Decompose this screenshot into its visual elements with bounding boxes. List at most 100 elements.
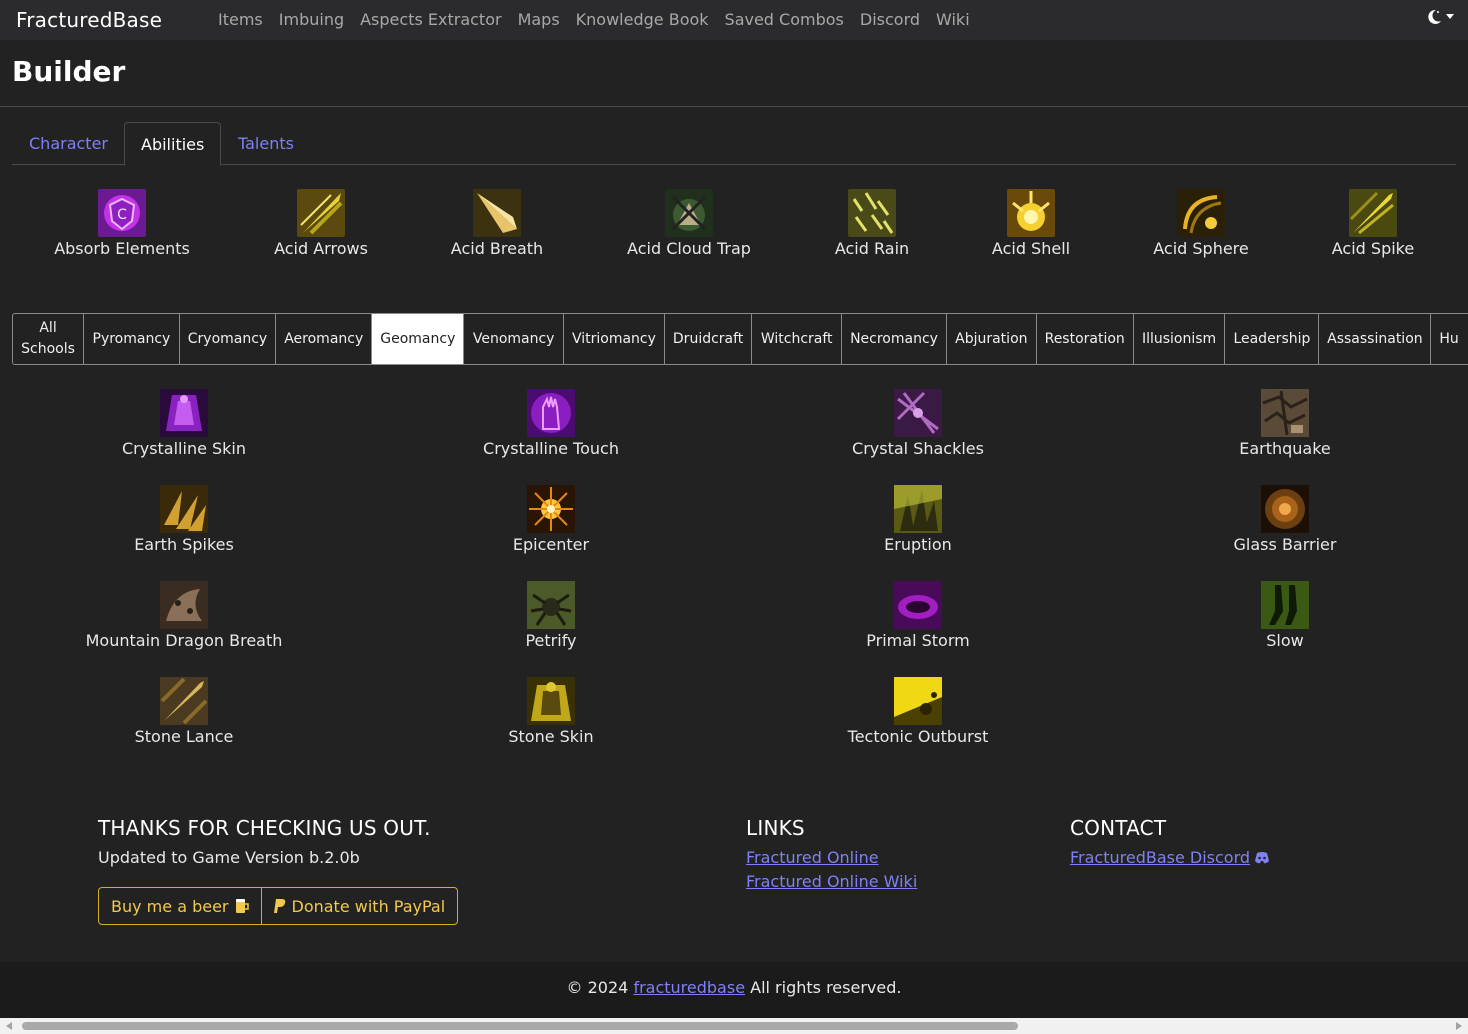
ability-label: Acid Sphere: [1153, 239, 1249, 258]
school-witchcraft[interactable]: Witchcraft: [752, 314, 843, 364]
spell-epicenter[interactable]: Epicenter: [401, 485, 701, 554]
spell-stone-skin[interactable]: Stone Skin: [401, 677, 701, 746]
school-pyromancy[interactable]: Pyromancy: [84, 314, 180, 364]
nav-link-knowledge-book[interactable]: Knowledge Book: [576, 10, 709, 29]
nav-link-maps[interactable]: Maps: [518, 10, 560, 29]
ability-label: Acid Arrows: [274, 239, 368, 258]
scroll-left-icon[interactable]: [6, 1022, 12, 1030]
spell-crystalline-touch[interactable]: Crystalline Touch: [401, 389, 701, 458]
thanks-heading: THANKS FOR CHECKING US OUT.: [98, 816, 431, 840]
copyright: © 2024 fracturedbase All rights reserved…: [0, 978, 1468, 997]
school-assassination[interactable]: Assassination: [1319, 314, 1432, 364]
scrollbar-thumb[interactable]: [22, 1022, 1018, 1030]
earthquake-icon: [1261, 389, 1309, 437]
stone-skin-icon: [527, 677, 575, 725]
spell-label: Glass Barrier: [1233, 535, 1337, 554]
ability-acid-cloud-trap[interactable]: Acid Cloud Trap: [619, 189, 759, 258]
spell-earth-spikes[interactable]: Earth Spikes: [34, 485, 334, 554]
spell-earthquake[interactable]: Earthquake: [1135, 389, 1435, 458]
spell-mountain-dragon-breath[interactable]: Mountain Dragon Breath: [34, 581, 334, 650]
ability-absorb-elements[interactable]: C Absorb Elements: [52, 189, 192, 258]
school-illusionism[interactable]: Illusionism: [1134, 314, 1226, 364]
acid-rain-icon: [848, 189, 896, 237]
nav-link-imbuing[interactable]: Imbuing: [279, 10, 344, 29]
tab-talents[interactable]: Talents: [222, 122, 310, 165]
spell-label: Earthquake: [1239, 439, 1331, 458]
paypal-icon: [273, 899, 285, 913]
spell-label: Slow: [1266, 631, 1304, 650]
paypal-label: Donate with PayPal: [291, 896, 446, 916]
ability-acid-arrows[interactable]: Acid Arrows: [261, 189, 381, 258]
tab-abilities[interactable]: Abilities: [124, 122, 222, 166]
acid-shell-icon: [1007, 189, 1055, 237]
copyright-link[interactable]: fracturedbase: [633, 978, 745, 997]
spell-crystalline-skin[interactable]: Crystalline Skin: [34, 389, 334, 458]
spell-label: Earth Spikes: [134, 535, 234, 554]
nav-link-items[interactable]: Items: [218, 10, 263, 29]
discord-icon: [1255, 851, 1270, 863]
spell-label: Crystalline Skin: [121, 439, 247, 458]
spell-petrify[interactable]: Petrify: [401, 581, 701, 650]
nav-link-wiki[interactable]: Wiki: [936, 10, 970, 29]
stone-lance-icon: [160, 677, 208, 725]
spell-label: Eruption: [884, 535, 952, 554]
glass-barrier-icon: [1261, 485, 1309, 533]
beer-icon: [235, 899, 249, 913]
school-necromancy[interactable]: Necromancy: [842, 314, 947, 364]
donate-paypal-button[interactable]: Donate with PayPal: [260, 888, 458, 924]
petrify-icon: [527, 581, 575, 629]
school-venomancy[interactable]: Venomancy: [464, 314, 564, 364]
spell-eruption[interactable]: Eruption: [768, 485, 1068, 554]
school-abjuration[interactable]: Abjuration: [947, 314, 1037, 364]
ability-acid-spike[interactable]: Acid Spike: [1313, 189, 1433, 258]
spell-label: Tectonic Outburst: [847, 727, 989, 746]
school-leadership[interactable]: Leadership: [1225, 314, 1320, 364]
horizontal-scrollbar[interactable]: [0, 1018, 1468, 1034]
link-fractured-online-wiki[interactable]: Fractured Online Wiki: [746, 872, 917, 891]
tectonic-outburst-icon: [894, 677, 942, 725]
theme-toggle-button[interactable]: [1425, 8, 1454, 26]
spell-tectonic-outburst[interactable]: Tectonic Outburst: [768, 677, 1068, 746]
ability-acid-shell[interactable]: Acid Shell: [971, 189, 1091, 258]
school-restoration[interactable]: Restoration: [1037, 314, 1134, 364]
school-vitriomancy[interactable]: Vitriomancy: [564, 314, 665, 364]
acid-cloud-trap-icon: [665, 189, 713, 237]
links-heading: LINKS: [746, 816, 805, 840]
primal-storm-icon: [894, 581, 942, 629]
spell-primal-storm[interactable]: Primal Storm: [768, 581, 1068, 650]
link-fractured-online[interactable]: Fractured Online: [746, 848, 879, 867]
nav-link-discord[interactable]: Discord: [860, 10, 920, 29]
acid-breath-icon: [473, 189, 521, 237]
discord-link-label: FracturedBase Discord: [1070, 848, 1251, 867]
chevron-down-icon: [1446, 14, 1454, 19]
spell-crystal-shackles[interactable]: Crystal Shackles: [768, 389, 1068, 458]
nav-link-saved-combos[interactable]: Saved Combos: [725, 10, 844, 29]
ability-label: Acid Cloud Trap: [627, 239, 751, 258]
brand-logo[interactable]: FracturedBase: [16, 8, 162, 32]
tab-character[interactable]: Character: [13, 122, 124, 165]
version-text: Updated to Game Version b.2.0b: [98, 848, 360, 867]
school-aeromancy[interactable]: Aeromancy: [276, 314, 373, 364]
nav-links: Items Imbuing Aspects Extractor Maps Kno…: [218, 10, 986, 29]
ability-acid-breath[interactable]: Acid Breath: [437, 189, 557, 258]
spell-label: Epicenter: [512, 535, 590, 554]
spell-label: Stone Lance: [134, 727, 234, 746]
eruption-icon: [894, 485, 942, 533]
school-druidcraft[interactable]: Druidcraft: [665, 314, 753, 364]
school-cryomancy[interactable]: Cryomancy: [180, 314, 277, 364]
nav-link-aspects-extractor[interactable]: Aspects Extractor: [360, 10, 501, 29]
school-all-schools[interactable]: All Schools: [13, 314, 85, 364]
ability-acid-rain[interactable]: Acid Rain: [812, 189, 932, 258]
spell-stone-lance[interactable]: Stone Lance: [34, 677, 334, 746]
discord-link[interactable]: FracturedBase Discord: [1070, 848, 1270, 867]
spell-slow[interactable]: Slow: [1135, 581, 1435, 650]
school-geomancy[interactable]: Geomancy: [372, 314, 465, 364]
school-hu[interactable]: Hu: [1431, 314, 1468, 364]
spell-glass-barrier[interactable]: Glass Barrier: [1135, 485, 1435, 554]
buy-beer-button[interactable]: Buy me a beer: [99, 888, 261, 924]
ability-acid-sphere[interactable]: Acid Sphere: [1141, 189, 1261, 258]
spell-label: Crystal Shackles: [852, 439, 984, 458]
builder-tabs: Character Abilities Talents: [12, 122, 1456, 166]
mountain-dragon-breath-icon: [160, 581, 208, 629]
scroll-right-icon[interactable]: [1456, 1022, 1462, 1030]
